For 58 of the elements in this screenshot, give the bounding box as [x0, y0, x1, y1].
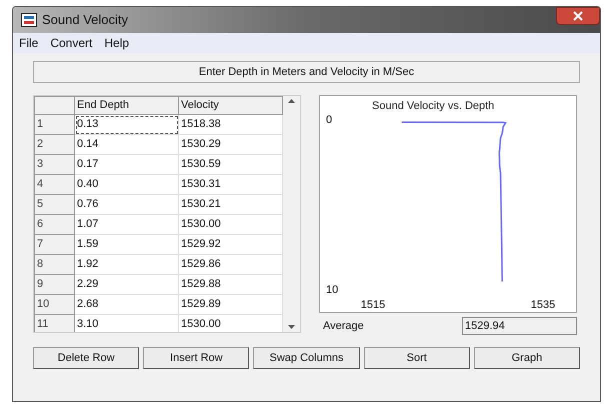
column-header: Velocity: [178, 96, 282, 114]
x-tick-label: 1515: [360, 298, 386, 312]
row-header: 1: [34, 114, 74, 134]
table-cell: 1530.31: [178, 174, 282, 194]
menu-item[interactable]: File: [19, 34, 38, 52]
action-button[interactable]: Swap Columns: [253, 347, 360, 369]
row-header: 4: [34, 174, 74, 194]
row-header: 7: [34, 234, 74, 254]
scroll-down-icon[interactable]: [288, 325, 295, 329]
action-button[interactable]: Insert Row: [143, 347, 250, 369]
row-header: 5: [34, 194, 74, 214]
row-header: 11: [34, 314, 74, 332]
table-cell[interactable]: 0.76: [74, 194, 178, 214]
instruction-label: Enter Depth in Meters and Velocity in M/Sec: [33, 61, 580, 83]
row-header: 3: [34, 154, 74, 174]
chart-title: Sound Velocity vs. Depth: [372, 99, 494, 114]
table-cell: 1529.88: [178, 274, 282, 294]
column-header: End Depth: [74, 96, 178, 114]
table-cell: 1530.59: [178, 154, 282, 174]
row-header: 8: [34, 254, 74, 274]
average-label: Average: [323, 318, 364, 334]
table-cell[interactable]: 2.29: [74, 274, 178, 294]
table-cell[interactable]: 3.10: [74, 314, 178, 332]
table-cell[interactable]: 0.13: [74, 114, 178, 134]
table-cell: 1529.89: [178, 294, 282, 314]
scrollbar[interactable]: [283, 96, 300, 332]
table-cell[interactable]: 1.59: [74, 234, 178, 254]
table-cell: 1529.92: [178, 234, 282, 254]
table-cell[interactable]: 1.07: [74, 214, 178, 234]
row-header: 9: [34, 274, 74, 294]
table-cell[interactable]: 0.14: [74, 134, 178, 154]
y-tick-label: 10: [326, 283, 338, 297]
table-cell[interactable]: 0.17: [74, 154, 178, 174]
action-button[interactable]: Delete Row: [33, 347, 140, 369]
y-tick-label: 0: [326, 113, 332, 127]
x-tick-label: 1535: [530, 298, 556, 312]
corner-cell: [34, 96, 74, 114]
row-header: 2: [34, 134, 74, 154]
table-cell: 1518.38: [178, 114, 282, 134]
app-icon: [21, 13, 37, 27]
action-button[interactable]: Graph: [474, 347, 580, 369]
window-title: Sound Velocity: [42, 11, 128, 30]
row-header: 10: [34, 294, 74, 314]
table-cell[interactable]: 1.92: [74, 254, 178, 274]
scroll-up-icon[interactable]: [288, 99, 295, 103]
table-cell: 1530.29: [178, 134, 282, 154]
menu-item[interactable]: Convert: [50, 34, 92, 52]
table-cell[interactable]: 0.40: [74, 174, 178, 194]
average-field: 1529.94: [462, 317, 577, 335]
table-cell: 1530.21: [178, 194, 282, 214]
table-cell[interactable]: 2.68: [74, 294, 178, 314]
close-button[interactable]: [556, 7, 600, 25]
table-cell: 1529.86: [178, 254, 282, 274]
menu-item[interactable]: Help: [104, 34, 130, 52]
row-header: 6: [34, 214, 74, 234]
action-button[interactable]: Sort: [364, 347, 470, 369]
table-cell: 1530.00: [178, 214, 282, 234]
close-icon: [573, 11, 583, 21]
